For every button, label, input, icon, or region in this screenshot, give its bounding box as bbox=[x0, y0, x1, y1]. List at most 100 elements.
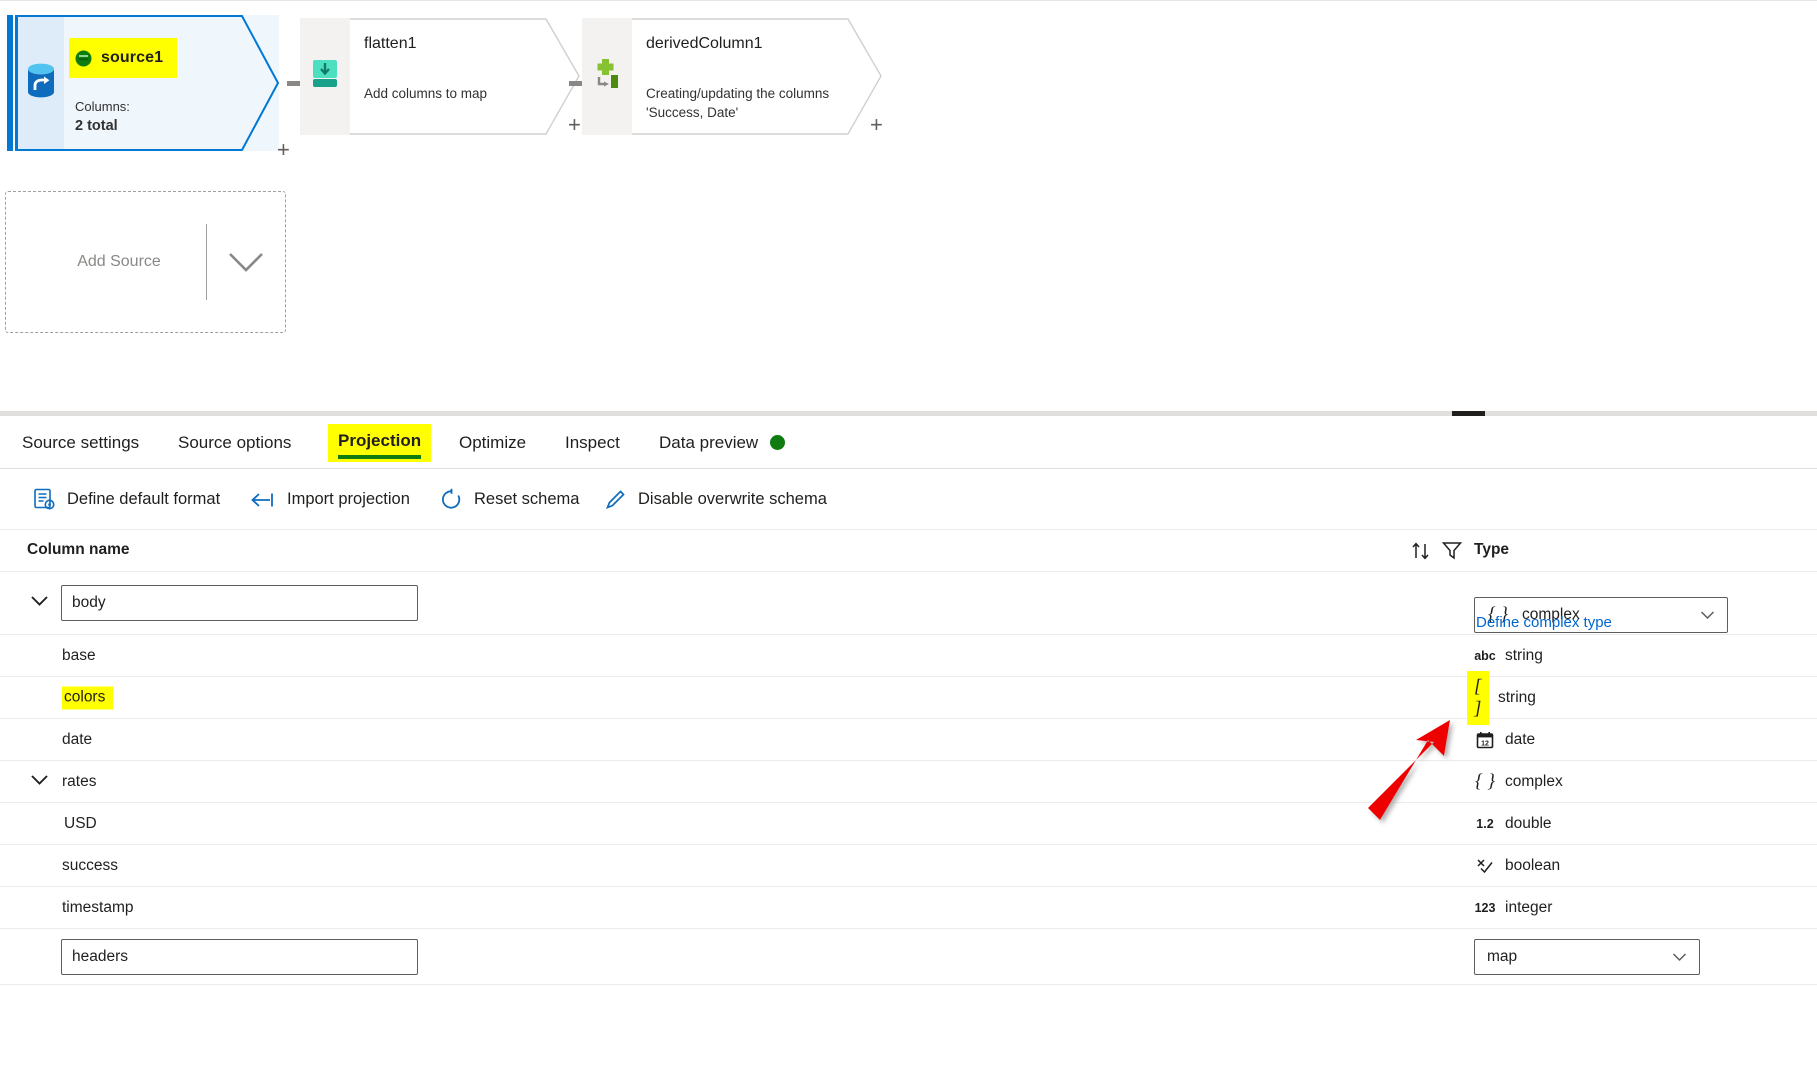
tab-source-settings[interactable]: Source settings bbox=[22, 416, 139, 469]
data-preview-status-dot bbox=[770, 435, 786, 450]
tab-projection-label: Projection bbox=[338, 430, 422, 450]
transform-node-derivedcolumn1[interactable]: derivedColumn1 Creating/updating the col… bbox=[582, 18, 883, 136]
string-type-icon: abc bbox=[1474, 648, 1496, 663]
tab-inspect[interactable]: Inspect bbox=[565, 416, 620, 469]
type-value-rates: complex bbox=[1505, 772, 1563, 790]
table-row-date[interactable]: date 12 date bbox=[0, 719, 1817, 761]
flatten-node-title: flatten1 bbox=[364, 35, 417, 52]
tab-inspect-label: Inspect bbox=[565, 432, 620, 452]
type-cell-usd: 1.2 double bbox=[1474, 814, 1552, 833]
boolean-type-icon bbox=[1474, 858, 1496, 874]
pencil-icon bbox=[604, 488, 627, 511]
column-name-base: base bbox=[62, 646, 96, 664]
flatten-node-description: Add columns to map bbox=[364, 86, 488, 101]
type-value-date: date bbox=[1505, 730, 1536, 748]
column-name-colors: colors bbox=[62, 686, 114, 709]
define-complex-type-link[interactable]: Define complex type bbox=[1476, 614, 1612, 631]
tab-optimize-label: Optimize bbox=[459, 432, 527, 452]
columns-label: Columns: bbox=[75, 99, 130, 114]
table-row-headers[interactable]: map bbox=[0, 929, 1817, 985]
source-node-title-highlight: source1 bbox=[69, 38, 178, 78]
projection-command-bar: Define default format Import projection … bbox=[0, 469, 1817, 530]
column-name-timestamp: timestamp bbox=[62, 898, 134, 916]
sort-icon[interactable] bbox=[1411, 541, 1433, 566]
tab-optimize[interactable]: Optimize bbox=[459, 416, 526, 469]
table-row-timestamp[interactable]: timestamp 123 integer bbox=[0, 887, 1817, 929]
green-status-icon bbox=[75, 50, 92, 67]
add-after-derived-button[interactable]: + bbox=[870, 114, 883, 136]
derived-column-icon bbox=[591, 57, 623, 96]
type-value-success: boolean bbox=[1505, 856, 1561, 874]
type-cell-base: abc string bbox=[1474, 647, 1543, 665]
array-type-icon: [ ] bbox=[1467, 670, 1489, 725]
tab-source-settings-label: Source settings bbox=[22, 432, 140, 452]
tab-source-options[interactable]: Source options bbox=[178, 416, 291, 469]
chevron-down-icon bbox=[229, 253, 263, 272]
flatten-icon-column bbox=[300, 18, 350, 135]
refresh-icon bbox=[440, 488, 463, 511]
type-value-timestamp: integer bbox=[1505, 898, 1553, 916]
reset-schema-button[interactable]: Reset schema bbox=[440, 469, 579, 530]
flatten-icon bbox=[311, 59, 339, 94]
type-cell-date: 12 date bbox=[1474, 731, 1535, 749]
expand-chevron-rates-icon[interactable] bbox=[30, 773, 49, 791]
integer-type-icon: 123 bbox=[1474, 900, 1496, 915]
tab-data-preview[interactable]: Data preview bbox=[659, 416, 786, 469]
add-source-button[interactable]: Add Source bbox=[5, 191, 286, 333]
table-row-rates[interactable]: rates { } complex bbox=[0, 761, 1817, 803]
database-source-icon bbox=[24, 61, 58, 106]
type-value-headers: map bbox=[1487, 947, 1518, 965]
type-cell-success: boolean bbox=[1474, 857, 1560, 875]
derived-node-body: derivedColumn1 Creating/updating the col… bbox=[632, 18, 882, 135]
tab-projection-highlight: Projection bbox=[328, 423, 432, 462]
columns-value: 2 total bbox=[75, 118, 118, 134]
disable-overwrite-schema-label: Disable overwrite schema bbox=[638, 490, 827, 508]
column-name-rates: rates bbox=[62, 772, 97, 790]
column-name-input-body[interactable] bbox=[61, 585, 418, 621]
header-type: Type bbox=[1474, 541, 1510, 558]
table-row-body[interactable]: { } complex Define complex type bbox=[0, 572, 1817, 635]
type-value-base: string bbox=[1505, 646, 1543, 664]
filter-icon[interactable] bbox=[1441, 540, 1463, 566]
source-node-name: source1 bbox=[101, 49, 164, 66]
column-name-usd: USD bbox=[64, 814, 97, 832]
type-dropdown-headers[interactable]: map bbox=[1474, 938, 1700, 975]
derived-column-icon-column bbox=[582, 18, 632, 135]
chevron-down-icon bbox=[1672, 952, 1687, 961]
tab-source-options-label: Source options bbox=[178, 432, 292, 452]
add-after-source-button[interactable]: + bbox=[277, 139, 290, 161]
column-name-success: success bbox=[62, 856, 118, 874]
double-type-icon: 1.2 bbox=[1476, 816, 1494, 831]
dataflow-canvas: source1 Columns: 2 total + flatten1 Add … bbox=[0, 0, 1817, 411]
calendar-icon: 12 bbox=[1474, 731, 1496, 749]
transform-node-flatten1[interactable]: flatten1 Add columns to map + bbox=[300, 18, 581, 136]
add-after-flatten-button[interactable]: + bbox=[568, 114, 581, 136]
add-source-chevron[interactable] bbox=[207, 249, 285, 275]
complex-type-icon: { } bbox=[1475, 770, 1495, 792]
table-row-colors[interactable]: colors [ ] string bbox=[0, 670, 1817, 725]
table-row-base[interactable]: base abc string bbox=[0, 635, 1817, 677]
derived-node-title: derivedColumn1 bbox=[646, 35, 763, 52]
source-node-source1[interactable]: source1 Columns: 2 total + bbox=[7, 15, 290, 161]
import-projection-button[interactable]: Import projection bbox=[250, 469, 410, 530]
type-value-colors: string bbox=[1498, 688, 1536, 706]
column-name-input-headers[interactable] bbox=[61, 938, 418, 975]
table-row-success[interactable]: success boolean bbox=[0, 845, 1817, 887]
table-row-usd[interactable]: USD 1.2 double bbox=[0, 803, 1817, 845]
tab-data-preview-label: Data preview bbox=[659, 432, 759, 452]
tab-projection[interactable]: Projection bbox=[328, 416, 432, 469]
reset-schema-label: Reset schema bbox=[474, 490, 580, 508]
chevron-down-icon bbox=[1700, 611, 1715, 620]
define-default-format-button[interactable]: Define default format bbox=[33, 469, 220, 530]
import-projection-label: Import projection bbox=[287, 490, 410, 508]
schema-table-header: Column name Type bbox=[0, 530, 1817, 572]
header-column-name: Column name bbox=[27, 541, 130, 558]
settings-tabbar: Source settings Source options Projectio… bbox=[0, 416, 1817, 469]
disable-overwrite-schema-button[interactable]: Disable overwrite schema bbox=[604, 469, 827, 530]
column-name-date: date bbox=[62, 730, 93, 748]
add-source-label: Add Source bbox=[77, 253, 161, 270]
type-cell-timestamp: 123 integer bbox=[1474, 898, 1553, 917]
import-arrow-icon bbox=[250, 490, 276, 510]
type-value-usd: double bbox=[1505, 814, 1552, 832]
expand-chevron-body-icon[interactable] bbox=[30, 594, 49, 612]
